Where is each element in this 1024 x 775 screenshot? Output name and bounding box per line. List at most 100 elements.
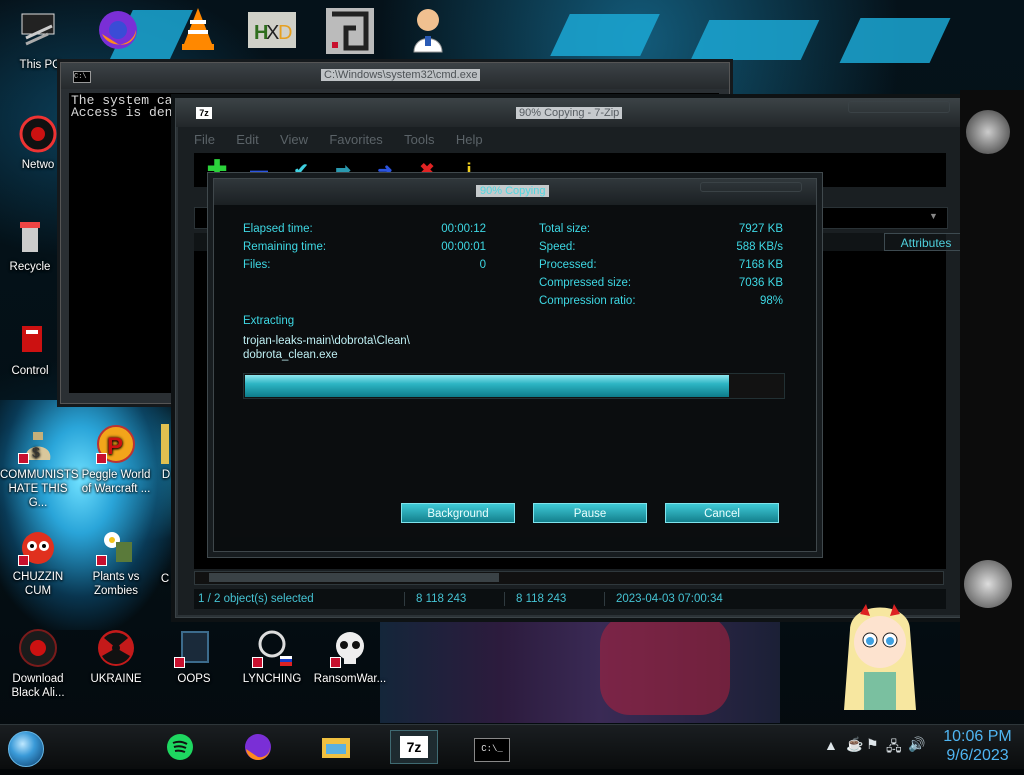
background-button[interactable]: Background — [401, 503, 515, 523]
cmd-window-title: C:\Windows\system32\cmd.exe — [321, 69, 481, 81]
wallpaper-shape — [690, 20, 820, 60]
progress-dialog-body: Elapsed time: 00:00:12 Remaining time: 0… — [230, 207, 800, 537]
menu-help[interactable]: Help — [456, 129, 483, 151]
peggle-icon: P — [96, 424, 136, 464]
processed-value: 7168 KB — [738, 259, 783, 271]
desktop-icon-communists[interactable]: $ COMMUNISTS HATE THIS G... — [0, 424, 79, 510]
progress-bar-fill — [245, 375, 729, 397]
svg-text:P: P — [107, 433, 123, 460]
desktop-icon-download-black-alien[interactable]: Download Black Ali... — [0, 628, 76, 700]
desktop-icon-label: Download Black Ali... — [11, 673, 65, 699]
hxd-icon[interactable]: HXD — [248, 12, 296, 52]
cmd-glyph: C:\_ — [474, 738, 510, 762]
chevron-up-icon[interactable]: ▲ — [824, 737, 838, 753]
compression-ratio-value: 98% — [759, 295, 783, 307]
window-controls[interactable] — [700, 182, 802, 192]
scrollbar-thumb[interactable] — [209, 573, 499, 582]
status-size: 8 118 243 — [416, 593, 467, 605]
flag-icon[interactable]: ⚑ — [866, 736, 879, 753]
7zip-window-title: 90% Copying - 7-Zip — [516, 107, 623, 119]
spotify-icon[interactable] — [156, 730, 204, 764]
elapsed-time-value: 00:00:12 — [441, 223, 486, 235]
progress-dialog-title: 90% Copying — [476, 185, 550, 197]
pause-button[interactable]: Pause — [533, 503, 647, 523]
compressed-size-value: 7036 KB — [738, 277, 783, 289]
menu-view[interactable]: View — [280, 129, 308, 151]
desktop-icon-label: RansomWar... — [313, 673, 387, 685]
desktop-icon-oops[interactable]: OOPS — [156, 628, 232, 686]
operation-label: Extracting — [243, 315, 295, 327]
progress-dialog-titlebar[interactable]: 90% Copying — [214, 179, 816, 205]
current-file-path: trojan-leaks-main\dobrota\Clean\ — [243, 335, 410, 347]
total-size-label: Total size: — [539, 223, 591, 235]
vlc-icon[interactable] — [178, 6, 218, 52]
cmd-icon[interactable]: C:\_ — [468, 730, 516, 764]
skull-icon — [330, 628, 370, 668]
cmd-app-icon: C:\ — [73, 71, 91, 83]
menu-file[interactable]: File — [194, 129, 215, 151]
computer-icon[interactable] — [18, 8, 58, 48]
7zip-app-icon: 7z — [196, 107, 212, 119]
money-bag-icon: $ — [18, 424, 58, 464]
desktop-icon-label: Recycle — [9, 261, 51, 273]
window-controls[interactable] — [848, 101, 950, 113]
compressed-size-label: Compressed size: — [539, 277, 632, 289]
column-header-attributes[interactable]: Attributes — [884, 233, 968, 251]
progress-bar — [243, 373, 785, 399]
status-separator — [404, 592, 405, 606]
shortcut-arrow-icon — [18, 453, 29, 464]
current-file-name: dobrota_clean.exe — [243, 349, 338, 361]
shortcut-arrow-icon — [96, 453, 107, 464]
desktop-icon-label: CHUZZIN CUM — [12, 571, 64, 597]
desktop-icon-label: D — [161, 469, 171, 481]
java-icon[interactable]: ☕ — [846, 736, 863, 753]
network-tray-icon[interactable]: 🖧 — [886, 736, 902, 760]
taskbar-clock[interactable]: 10:06 PM 9/6/2023 — [935, 727, 1020, 765]
start-button[interactable] — [8, 731, 44, 767]
menu-favorites[interactable]: Favorites — [329, 129, 382, 151]
shortcut-arrow-icon — [18, 555, 29, 566]
svg-text:$: $ — [32, 444, 40, 460]
status-selected: 1 / 2 object(s) selected — [198, 593, 314, 605]
status-separator — [504, 592, 505, 606]
processed-label: Processed: — [539, 259, 597, 271]
compression-ratio-label: Compression ratio: — [539, 295, 636, 307]
menu-edit[interactable]: Edit — [236, 129, 258, 151]
desktop-icon-label: Peggle World of Warcraft ... — [81, 469, 151, 495]
desktop-icon-label: This PC — [19, 59, 61, 71]
7zip-titlebar[interactable]: 7z 90% Copying - 7-Zip — [176, 99, 966, 127]
desktop-icon-label: COMMUNISTS HATE THIS G... — [0, 469, 79, 509]
progress-dialog[interactable]: 90% Copying Elapsed time: 00:00:12 Remai… — [213, 178, 817, 552]
shortcut-arrow-icon — [330, 657, 341, 668]
desktop-icon-chuzzin[interactable]: CHUZZIN CUM — [0, 526, 76, 598]
cmd-titlebar[interactable]: C:\ C:\Windows\system32\cmd.exe — [61, 63, 729, 89]
doctor-icon[interactable] — [408, 6, 448, 54]
desktop-icon-ukraine[interactable]: UKRAINE — [78, 628, 154, 686]
svg-text:D: D — [278, 22, 292, 44]
desktop-icon-peggle[interactable]: P Peggle World of Warcraft ... — [78, 424, 154, 496]
menu-tools[interactable]: Tools — [404, 129, 434, 151]
horizontal-scrollbar[interactable] — [194, 571, 944, 585]
desktop-icon-label: Control — [11, 365, 49, 377]
status-separator — [604, 592, 605, 606]
desktop-icon-pvz[interactable]: Plants vs Zombies — [78, 526, 154, 598]
files-label: Files: — [243, 259, 271, 271]
desktop-icon-lynching[interactable]: LYNCHING — [234, 628, 310, 686]
wallpaper-shape — [839, 18, 951, 63]
desktop-icon-recycle[interactable]: Recycle — [0, 216, 68, 274]
total-size-value: 7927 KB — [738, 223, 783, 235]
cancel-button[interactable]: Cancel — [665, 503, 779, 523]
file-explorer-icon[interactable] — [312, 730, 360, 764]
7zip-icon[interactable]: 7z — [390, 730, 438, 764]
taskbar: 7z C:\_ ▲ ☕ ⚑ 🖧 🔊 10:06 PM 9/6/2023 — [0, 724, 1024, 769]
chevron-down-icon[interactable]: ▼ — [929, 211, 938, 221]
maze-icon[interactable] — [326, 8, 374, 54]
files-value: 0 — [479, 259, 486, 271]
desktop-icon-ransomware[interactable]: RansomWar... — [312, 628, 388, 686]
volume-icon[interactable]: 🔊 — [908, 736, 925, 753]
clock-date: 9/6/2023 — [946, 747, 1009, 764]
desktop-icon-control[interactable]: Control — [0, 320, 68, 378]
shortcut-arrow-icon — [174, 657, 185, 668]
firefox-icon[interactable] — [234, 730, 282, 764]
firefox-icon[interactable] — [96, 8, 140, 52]
